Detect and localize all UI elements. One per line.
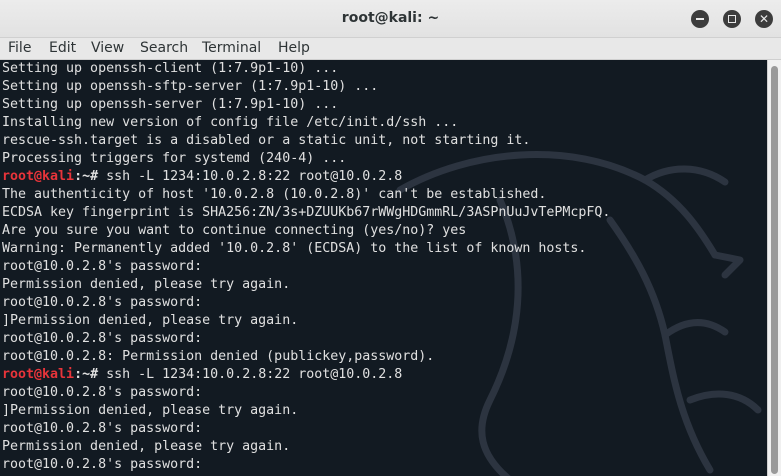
command-text: ssh -L 1234:10.0.2.8:22 root@10.0.2.8 — [98, 367, 403, 382]
maximize-icon[interactable] — [723, 10, 741, 28]
command-line: root@kali:~# ssh -L 1234:10.0.2.8:22 roo… — [2, 168, 610, 186]
prompt-path: :~# — [74, 169, 99, 184]
output-line: root@10.0.2.8's password: — [2, 457, 203, 472]
output-line: Permission denied, please try again. — [2, 439, 291, 454]
output-line: root@10.0.2.8's password: — [2, 259, 203, 274]
command-text: ssh -L 1234:10.0.2.8:22 root@10.0.2.8 — [98, 169, 403, 184]
output-line: Setting up openssh-client (1:7.9p1-10) .… — [2, 61, 339, 76]
output-line: The authenticity of host '10.0.2.8 (10.0… — [2, 187, 547, 202]
menu-file[interactable]: File — [8, 40, 31, 56]
menu-edit[interactable]: Edit — [49, 40, 76, 56]
menu-bar: File Edit View Search Terminal Help — [0, 38, 781, 60]
output-line: Are you sure you want to continue connec… — [2, 223, 467, 238]
prompt-path: :~# — [74, 367, 99, 382]
prompt-user: root@kali — [2, 169, 75, 184]
output-line: root@10.0.2.8: Permission denied (public… — [2, 349, 435, 364]
close-icon[interactable]: ✕ — [755, 10, 773, 28]
window-title: root@kali: ~ — [341, 10, 440, 26]
terminal-window: root@kali: ~ ✕ File Edit View Search Ter… — [0, 0, 781, 476]
output-line: Setting up openssh-sftp-server (1:7.9p1-… — [2, 79, 379, 94]
terminal-text: Setting up openssh-client (1:7.9p1-10) .… — [2, 60, 610, 474]
output-line: root@10.0.2.8's password: — [2, 421, 203, 436]
menu-view[interactable]: View — [91, 40, 124, 56]
terminal-output-area[interactable]: Setting up openssh-client (1:7.9p1-10) .… — [0, 60, 767, 476]
menu-search[interactable]: Search — [140, 40, 188, 56]
vertical-scrollbar[interactable] — [767, 60, 781, 476]
output-line: root@10.0.2.8's password: — [2, 385, 203, 400]
output-line: root@10.0.2.8's password: — [2, 331, 203, 346]
scrollbar-thumb[interactable] — [771, 66, 778, 474]
output-line: ]Permission denied, please try again. — [2, 403, 299, 418]
menu-help[interactable]: Help — [278, 40, 310, 56]
output-line: Installing new version of config file /e… — [2, 115, 459, 130]
output-line: ]Permission denied, please try again. — [2, 313, 299, 328]
output-line: root@10.0.2.8's password: — [2, 295, 203, 310]
output-line: ECDSA key fingerprint is SHA256:ZN/3s+DZ… — [2, 205, 611, 220]
output-line: Setting up openssh-server (1:7.9p1-10) .… — [2, 97, 339, 112]
output-line: Processing triggers for systemd (240-4) … — [2, 151, 347, 166]
command-line: root@kali:~# ssh -L 1234:10.0.2.8:22 roo… — [2, 366, 610, 384]
minimize-icon[interactable] — [691, 10, 709, 28]
prompt-user: root@kali — [2, 367, 75, 382]
menu-terminal[interactable]: Terminal — [202, 40, 261, 56]
output-line: rescue-ssh.target is a disabled or a sta… — [2, 133, 531, 148]
output-line: Permission denied, please try again. — [2, 277, 291, 292]
title-bar[interactable]: root@kali: ~ ✕ — [0, 0, 781, 38]
output-line: Warning: Permanently added '10.0.2.8' (E… — [2, 241, 587, 256]
